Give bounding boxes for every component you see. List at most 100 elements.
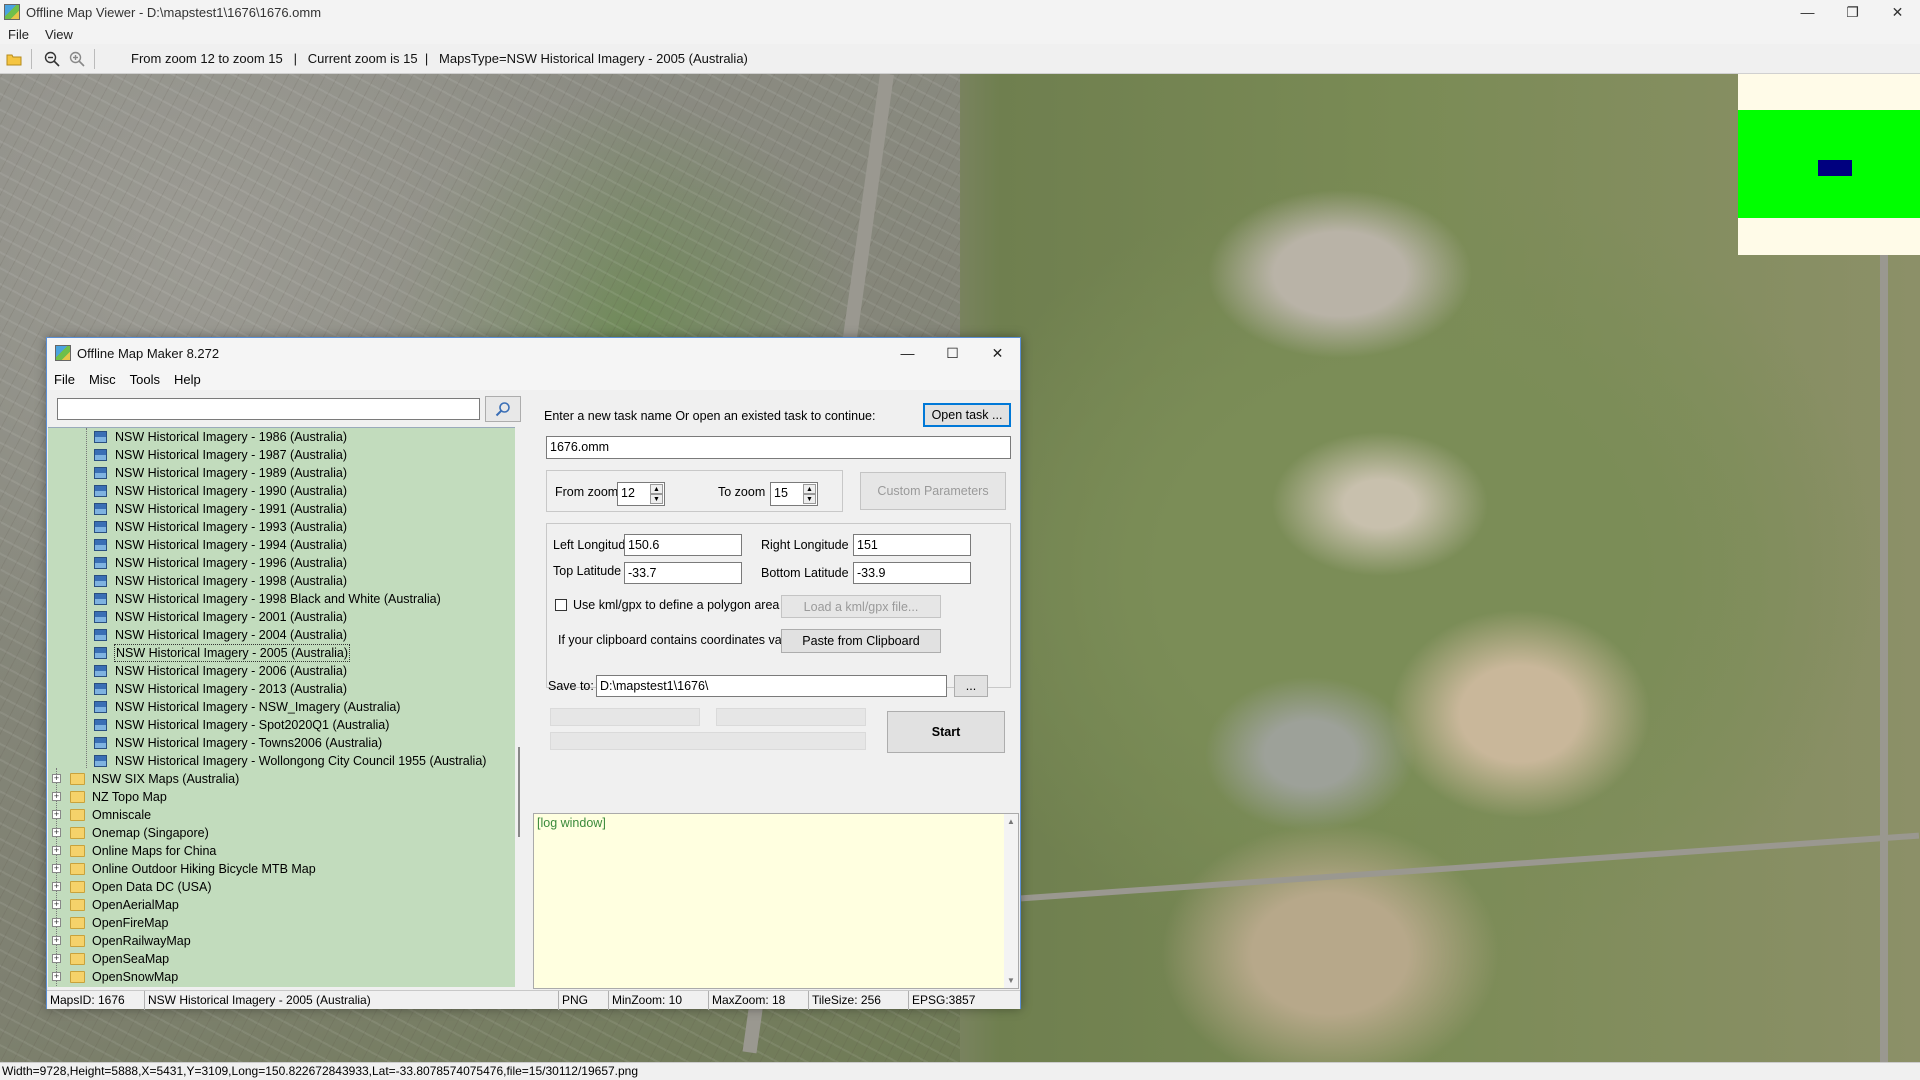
map-layer-icon bbox=[94, 557, 107, 569]
tree-folder[interactable]: + NSW SIX Maps (Australia) bbox=[48, 770, 508, 788]
expand-icon[interactable]: + bbox=[52, 882, 61, 891]
tree-item-map[interactable]: NSW Historical Imagery - 1998 Black and … bbox=[48, 590, 508, 608]
tree-folder[interactable]: + Online Maps for China bbox=[48, 842, 508, 860]
from-zoom-value: 12 bbox=[621, 486, 635, 500]
to-zoom-up-arrow[interactable]: ▲ bbox=[803, 484, 816, 494]
tree-item-label: NSW Historical Imagery - 1996 (Australia… bbox=[115, 556, 348, 570]
tree-folder[interactable]: + Open Data DC (USA) bbox=[48, 878, 508, 896]
zoom-in-button[interactable] bbox=[66, 48, 88, 70]
tree-folder[interactable]: + Onemap (Singapore) bbox=[48, 824, 508, 842]
map-search-button[interactable] bbox=[485, 396, 521, 422]
tree-item-map[interactable]: NSW Historical Imagery - 1986 (Australia… bbox=[48, 428, 508, 446]
expand-icon[interactable]: + bbox=[52, 774, 61, 783]
close-button[interactable]: ✕ bbox=[1875, 0, 1920, 24]
dialog-close-button[interactable]: ✕ bbox=[975, 338, 1020, 368]
tree-item-map[interactable]: NSW Historical Imagery - 1994 (Australia… bbox=[48, 536, 508, 554]
tree-item-label: NSW Historical Imagery - 2001 (Australia… bbox=[115, 610, 348, 624]
expand-icon[interactable]: + bbox=[52, 918, 61, 927]
expand-icon[interactable]: + bbox=[52, 810, 61, 819]
tree-folder[interactable]: + Omniscale bbox=[48, 806, 508, 824]
to-zoom-spinner[interactable]: 15 ▲ ▼ bbox=[770, 482, 818, 506]
from-zoom-down-arrow[interactable]: ▼ bbox=[650, 494, 663, 504]
from-zoom-up-arrow[interactable]: ▲ bbox=[650, 484, 663, 494]
expand-icon[interactable]: + bbox=[52, 972, 61, 981]
map-layer-icon bbox=[94, 665, 107, 677]
folder-icon bbox=[70, 971, 85, 983]
right-longitude-input[interactable]: 151 bbox=[853, 534, 971, 556]
open-folder-button[interactable] bbox=[3, 48, 25, 70]
tree-item-map[interactable]: NSW Historical Imagery - 1998 (Australia… bbox=[48, 572, 508, 590]
use-kml-checkbox[interactable] bbox=[555, 599, 567, 611]
overview-minimap[interactable] bbox=[1738, 74, 1920, 255]
dialog-menu-file[interactable]: File bbox=[47, 372, 82, 387]
tree-item-map[interactable]: NSW Historical Imagery - Towns2006 (Aust… bbox=[48, 734, 508, 752]
dialog-menu-misc[interactable]: Misc bbox=[82, 372, 123, 387]
save-path-input[interactable]: D:\mapstest1\1676\ bbox=[596, 675, 947, 697]
tree-item-map[interactable]: NSW Historical Imagery - Spot2020Q1 (Aus… bbox=[48, 716, 508, 734]
tree-folder[interactable]: + OpenSnowMap bbox=[48, 968, 508, 986]
tree-scrollbar[interactable] bbox=[515, 427, 529, 987]
dialog-minimize-button[interactable]: — bbox=[885, 338, 930, 368]
tree-item-map[interactable]: NSW Historical Imagery - 1987 (Australia… bbox=[48, 446, 508, 464]
save-to-label: Save to: bbox=[548, 679, 594, 693]
expand-icon[interactable]: + bbox=[52, 828, 61, 837]
expand-icon[interactable]: + bbox=[52, 792, 61, 801]
tree-item-map[interactable]: NSW Historical Imagery - 1990 (Australia… bbox=[48, 482, 508, 500]
tree-scroll-thumb[interactable] bbox=[518, 747, 520, 837]
tree-folder[interactable]: + OpenFireMap bbox=[48, 914, 508, 932]
overview-viewport-marker[interactable] bbox=[1818, 160, 1852, 176]
left-longitude-label: Left Longitude bbox=[553, 538, 633, 552]
tree-folder[interactable]: + OpenAerialMap bbox=[48, 896, 508, 914]
dialog-menu-help[interactable]: Help bbox=[167, 372, 208, 387]
bottom-latitude-input[interactable]: -33.9 bbox=[853, 562, 971, 584]
expand-icon[interactable]: + bbox=[52, 846, 61, 855]
restore-button[interactable]: ❐ bbox=[1830, 0, 1875, 24]
map-search-input[interactable] bbox=[57, 398, 480, 420]
tree-folder[interactable]: + OpenSeaMap bbox=[48, 950, 508, 968]
menu-file[interactable]: File bbox=[0, 27, 37, 42]
start-button[interactable]: Start bbox=[887, 711, 1005, 753]
paste-from-clipboard-button[interactable]: Paste from Clipboard bbox=[781, 629, 941, 653]
expand-icon[interactable]: + bbox=[52, 900, 61, 909]
dialog-maximize-button[interactable]: ☐ bbox=[930, 338, 975, 368]
tree-item-map[interactable]: NSW Historical Imagery - 2005 (Australia… bbox=[48, 644, 508, 662]
menu-view[interactable]: View bbox=[37, 27, 81, 42]
map-layer-icon bbox=[94, 737, 107, 749]
tree-folder[interactable]: + OpenRailwayMap bbox=[48, 932, 508, 950]
from-zoom-spinner[interactable]: 12 ▲ ▼ bbox=[617, 482, 665, 506]
tree-item-map[interactable]: NSW Historical Imagery - 1996 (Australia… bbox=[48, 554, 508, 572]
top-latitude-input[interactable]: -33.7 bbox=[624, 562, 742, 584]
tree-item-map[interactable]: NSW Historical Imagery - 1991 (Australia… bbox=[48, 500, 508, 518]
expand-icon[interactable]: + bbox=[52, 954, 61, 963]
expand-icon[interactable]: + bbox=[52, 864, 61, 873]
custom-parameters-button[interactable]: Custom Parameters bbox=[860, 472, 1006, 510]
to-zoom-down-arrow[interactable]: ▼ bbox=[803, 494, 816, 504]
zoom-out-button[interactable] bbox=[41, 48, 63, 70]
task-name-input[interactable]: 1676.omm bbox=[546, 436, 1011, 459]
load-kml-button[interactable]: Load a kml/gpx file... bbox=[781, 595, 941, 618]
main-title-bar: Offline Map Viewer - D:\mapstest1\1676\1… bbox=[0, 0, 1920, 24]
tree-folder[interactable]: + Online Outdoor Hiking Bicycle MTB Map bbox=[48, 860, 508, 878]
minimize-button[interactable]: — bbox=[1785, 0, 1830, 24]
map-layer-icon bbox=[94, 431, 107, 443]
window-controls: — ❐ ✕ bbox=[1785, 0, 1920, 24]
map-type-tree[interactable]: NSW Historical Imagery - 1986 (Australia… bbox=[48, 427, 515, 987]
log-window[interactable]: [log window] ▲ ▼ bbox=[533, 813, 1019, 989]
expand-icon[interactable]: + bbox=[52, 936, 61, 945]
left-longitude-input[interactable]: 150.6 bbox=[624, 534, 742, 556]
tree-item-map[interactable]: NSW Historical Imagery - 2013 (Australia… bbox=[48, 680, 508, 698]
dialog-menu-tools[interactable]: Tools bbox=[123, 372, 167, 387]
log-scrollbar[interactable]: ▲ ▼ bbox=[1004, 814, 1018, 988]
tree-item-map[interactable]: NSW Historical Imagery - 1993 (Australia… bbox=[48, 518, 508, 536]
tree-item-map[interactable]: NSW Historical Imagery - Wollongong City… bbox=[48, 752, 508, 770]
dialog-title-bar: Offline Map Maker 8.272 — ☐ ✕ bbox=[47, 338, 1020, 368]
tree-item-map[interactable]: NSW Historical Imagery - 1989 (Australia… bbox=[48, 464, 508, 482]
tree-item-map[interactable]: NSW Historical Imagery - 2004 (Australia… bbox=[48, 626, 508, 644]
map-layer-icon bbox=[94, 503, 107, 515]
tree-folder[interactable]: + NZ Topo Map bbox=[48, 788, 508, 806]
tree-item-map[interactable]: NSW Historical Imagery - NSW_Imagery (Au… bbox=[48, 698, 508, 716]
open-task-button[interactable]: Open task ... bbox=[923, 403, 1011, 427]
browse-folder-button[interactable]: ... bbox=[954, 675, 988, 697]
tree-item-map[interactable]: NSW Historical Imagery - 2006 (Australia… bbox=[48, 662, 508, 680]
tree-item-map[interactable]: NSW Historical Imagery - 2001 (Australia… bbox=[48, 608, 508, 626]
